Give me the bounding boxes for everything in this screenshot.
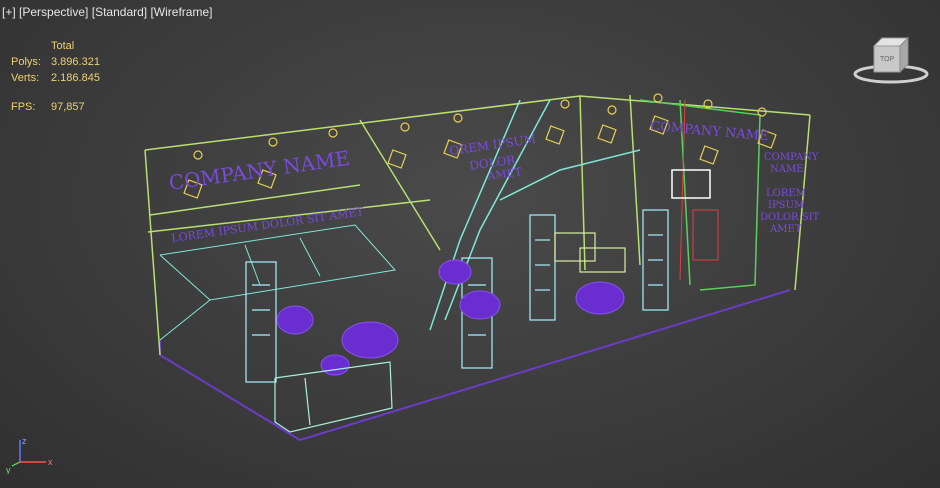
lorem-left: LOREM IPSUM DOLOR SIT AMET (171, 205, 366, 245)
lounge-sofa (554, 232, 626, 273)
viewcube-top-label: TOP (880, 56, 895, 63)
axis-x-label: x (48, 457, 53, 467)
axis-tripod: z x y (6, 436, 53, 474)
side-lorem-1: LOREM (766, 188, 806, 199)
axis-y-label: y (6, 465, 11, 474)
side-company-2: NAME (770, 164, 804, 175)
axis-z-label: z (22, 436, 27, 446)
viewcube[interactable]: TOP (852, 36, 930, 86)
side-lorem-4: AMET (769, 224, 802, 235)
lorem-mid-1: OREM IPSUM (448, 132, 536, 158)
company-name-right: COMPANY NAME (650, 119, 769, 144)
side-lorem-3: DOLOR SIT (760, 212, 820, 223)
side-lorem-2: IPSUM (768, 200, 804, 211)
wall-screen (671, 169, 711, 199)
side-company-1: COMPANY (764, 152, 819, 163)
booth-graphics-text: COMPANY NAME LOREM IPSUM DOLOR SIT AMET … (167, 119, 819, 245)
wireframe-scene[interactable]: COMPANY NAME LOREM IPSUM DOLOR SIT AMET … (0, 0, 940, 488)
